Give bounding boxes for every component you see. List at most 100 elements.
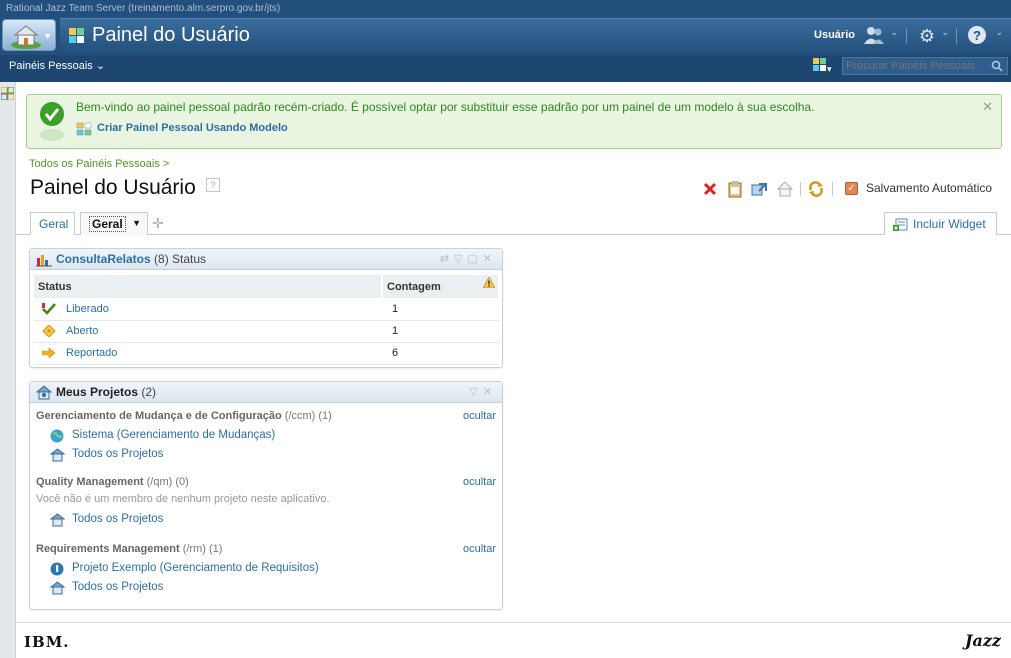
top-header: Rational Jazz Team Server (treinamento.a… xyxy=(0,0,1011,82)
group-name: Gerenciamento de Mudança e de Configuraç… xyxy=(36,410,282,422)
home-icon xyxy=(11,25,41,49)
status-link[interactable]: Reportado xyxy=(66,347,117,359)
layout-grid-icon xyxy=(813,58,826,71)
query-link[interactable]: ConsultaRelatos xyxy=(56,252,151,266)
all-projects-link[interactable]: Todos os Projetos xyxy=(72,581,163,593)
users-icon[interactable] xyxy=(863,25,885,47)
jazz-logo: Jazz xyxy=(964,631,1001,650)
maximize-icon: ▢ xyxy=(467,253,483,265)
checkmark-icon xyxy=(40,102,64,141)
count-value: 1 xyxy=(382,320,499,343)
personal-dashboards-menu[interactable]: Painéis Pessoais ⌄ xyxy=(9,59,105,72)
footer: IBM. Jazz xyxy=(16,622,1011,658)
create-from-template-link[interactable]: Criar Painel Pessoal Usando Modelo xyxy=(76,122,288,136)
export-icon: ⇄ xyxy=(439,253,454,265)
status-link[interactable]: Liberado xyxy=(66,303,109,315)
chevron-down-icon[interactable]: ⌄ xyxy=(890,27,898,38)
left-rail xyxy=(0,82,16,658)
table-row: Aberto 1 xyxy=(34,320,499,343)
autosave-checkbox[interactable]: ✓ xyxy=(845,182,858,195)
help-icon[interactable]: ? xyxy=(967,25,987,47)
group-note: Você não é um membro de nenhum projeto n… xyxy=(36,493,330,505)
user-menu-label[interactable]: Usuário xyxy=(814,29,855,41)
project-group-qm: Quality Management (/qm) (0) ocultar Voc… xyxy=(36,476,496,529)
list-item[interactable]: Todos os Projetos xyxy=(36,510,496,529)
add-widget-button[interactable]: Incluir Widget xyxy=(884,212,997,235)
add-tab-icon[interactable]: ✛ xyxy=(152,215,164,232)
status-widget: ConsultaRelatos (8) Status ⇄▽▢✕ Status C… xyxy=(29,248,503,368)
list-item[interactable]: Todos os Projetos xyxy=(36,445,496,464)
dashboard-list-icon[interactable] xyxy=(1,87,14,100)
status-link[interactable]: Aberto xyxy=(66,325,98,337)
welcome-banner: Bem-vindo ao painel pessoal padrão recém… xyxy=(26,94,1002,149)
project-link[interactable]: Projeto Exemplo (Gerenciamento de Requis… xyxy=(72,562,319,574)
group-name: Quality Management xyxy=(36,476,144,488)
group-meta: (/rm) (1) xyxy=(179,543,223,555)
add-widget-icon xyxy=(893,218,908,231)
widget-title: Meus Projetos xyxy=(56,385,139,399)
my-projects-widget: Meus Projetos (2) ▽✕ Gerenciamento de Mu… xyxy=(29,381,503,610)
tab-label: Geral xyxy=(89,216,126,232)
delete-icon[interactable] xyxy=(701,180,719,198)
group-meta: (/ccm) (1) xyxy=(281,410,332,422)
close-icon: ✕ xyxy=(482,386,497,398)
layout-button[interactable]: ▾ xyxy=(813,58,837,76)
widget-title-bar: Meus Projetos (2) ▽✕ xyxy=(30,382,502,403)
tab-geral[interactable]: Geral xyxy=(30,212,75,235)
svg-text:?: ? xyxy=(973,28,981,43)
count-value: 1 xyxy=(382,298,499,321)
bar-chart-icon xyxy=(36,255,52,267)
chevron-down-icon[interactable]: ▼ xyxy=(132,218,141,228)
welcome-message: Bem-vindo ao painel pessoal padrão recém… xyxy=(76,100,815,114)
clipboard-icon[interactable] xyxy=(726,180,744,198)
group-meta: (/qm) (0) xyxy=(143,476,189,488)
list-item[interactable]: Todos os Projetos xyxy=(36,578,496,597)
hide-link[interactable]: ocultar xyxy=(463,543,496,555)
count-value: 6 xyxy=(382,342,499,365)
projects-icon xyxy=(50,448,65,462)
diamond-icon xyxy=(42,325,56,338)
hide-link[interactable]: ocultar xyxy=(463,410,496,422)
gear-icon[interactable]: ⚙ xyxy=(919,25,935,47)
share-icon[interactable] xyxy=(751,180,769,198)
chevron-down-icon: ▼ xyxy=(43,31,52,41)
tab-geral-active[interactable]: Geral ▼ xyxy=(80,212,148,235)
search-input[interactable] xyxy=(842,57,1008,75)
all-projects-link[interactable]: Todos os Projetos xyxy=(72,448,163,460)
chevron-down-icon[interactable]: ⌄ xyxy=(995,27,1003,38)
close-icon[interactable]: ✕ xyxy=(982,99,993,115)
divider xyxy=(800,182,801,196)
column-header-status[interactable]: Status xyxy=(34,275,383,298)
project-group-ccm: Gerenciamento de Mudança e de Configuraç… xyxy=(36,410,496,464)
projects-icon xyxy=(50,513,65,527)
main-content: Bem-vindo ao painel pessoal padrão recém… xyxy=(16,82,1011,658)
projects-icon xyxy=(50,581,65,595)
breadcrumb[interactable]: Todos os Painéis Pessoais > xyxy=(29,158,169,170)
tab-strip: Geral Geral ▼ ✛ Incluir Widget xyxy=(16,209,1011,235)
group-name: Requirements Management xyxy=(36,543,180,555)
widget-controls[interactable]: ⇄▽▢✕ xyxy=(440,252,497,265)
add-widget-label: Incluir Widget xyxy=(913,217,986,231)
widget-controls[interactable]: ▽✕ xyxy=(469,385,497,398)
create-from-template-label[interactable]: Criar Painel Pessoal Usando Modelo xyxy=(97,122,288,134)
divider xyxy=(906,28,907,44)
list-item[interactable]: Projeto Exemplo (Gerenciamento de Requis… xyxy=(36,559,496,578)
refresh-icon[interactable] xyxy=(807,180,825,198)
page-heading: Painel do Usuário xyxy=(92,24,250,46)
header-band: Painel do Usuário Usuário ⌄ ⚙ ⌄ ? ⌄ xyxy=(60,18,1011,53)
list-item[interactable]: Sistema (Gerenciamento de Mudanças) xyxy=(36,426,496,445)
column-header-count[interactable]: Contagem xyxy=(382,275,500,298)
hide-link[interactable]: ocultar xyxy=(463,476,496,488)
close-icon: ✕ xyxy=(482,253,497,265)
all-projects-link[interactable]: Todos os Projetos xyxy=(72,513,163,525)
widget-count: (2) xyxy=(138,385,157,399)
project-link[interactable]: Sistema (Gerenciamento de Mudanças) xyxy=(72,429,275,441)
sub-navigation: Painéis Pessoais ⌄ ▾ xyxy=(0,55,1011,82)
help-icon[interactable]: ? xyxy=(206,178,220,192)
home-menu-button[interactable]: ▼ xyxy=(2,19,56,51)
home-icon[interactable] xyxy=(776,180,794,198)
divider xyxy=(956,28,957,44)
search-icon[interactable] xyxy=(991,60,1003,72)
chevron-down-icon[interactable]: ⌄ xyxy=(941,27,949,38)
globe-icon xyxy=(50,429,64,443)
